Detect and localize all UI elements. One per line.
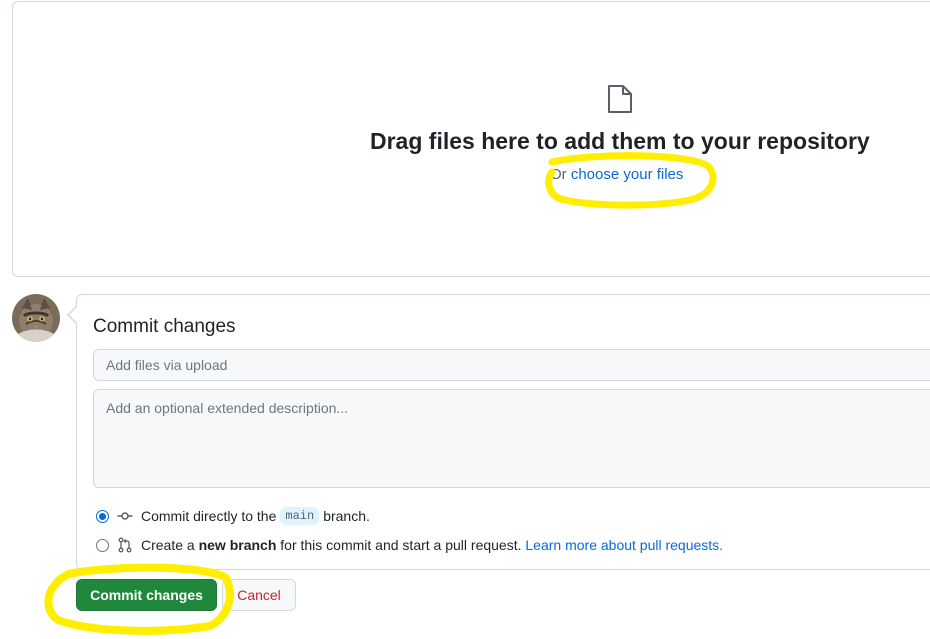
choose-files-line: Or choose your files: [550, 166, 683, 183]
commit-description-input[interactable]: [93, 389, 930, 488]
learn-more-pull-requests-link[interactable]: Learn more about pull requests.: [525, 537, 723, 553]
branch-name: main: [280, 507, 320, 525]
git-commit-icon: [117, 512, 133, 520]
comment-caret-inner: [69, 307, 77, 323]
option-direct-prefix: Commit directly to the: [141, 508, 277, 524]
choose-files-link[interactable]: choose your files: [571, 166, 684, 183]
file-icon: [608, 85, 632, 113]
commit-changes-button[interactable]: Commit changes: [76, 579, 217, 611]
radio-new-branch[interactable]: [96, 538, 109, 552]
commit-title: Commit changes: [93, 316, 236, 337]
option-commit-directly[interactable]: Commit directly to the main branch.: [96, 506, 370, 526]
option-new-branch[interactable]: Create a new branch for this commit and …: [96, 535, 723, 555]
git-pull-request-icon: [118, 537, 132, 553]
commit-summary-input[interactable]: [93, 349, 930, 381]
option-new-suffix: for this commit and start a pull request…: [280, 537, 522, 553]
option-new-bold: new branch: [198, 537, 277, 553]
radio-commit-directly[interactable]: [96, 509, 109, 523]
drop-title: Drag files here to add them to your repo…: [370, 128, 870, 154]
option-new-prefix: Create a: [141, 537, 195, 553]
cancel-button[interactable]: Cancel: [222, 579, 296, 611]
or-text: Or: [550, 166, 567, 183]
avatar: [12, 294, 60, 342]
option-direct-suffix: branch.: [323, 508, 370, 524]
